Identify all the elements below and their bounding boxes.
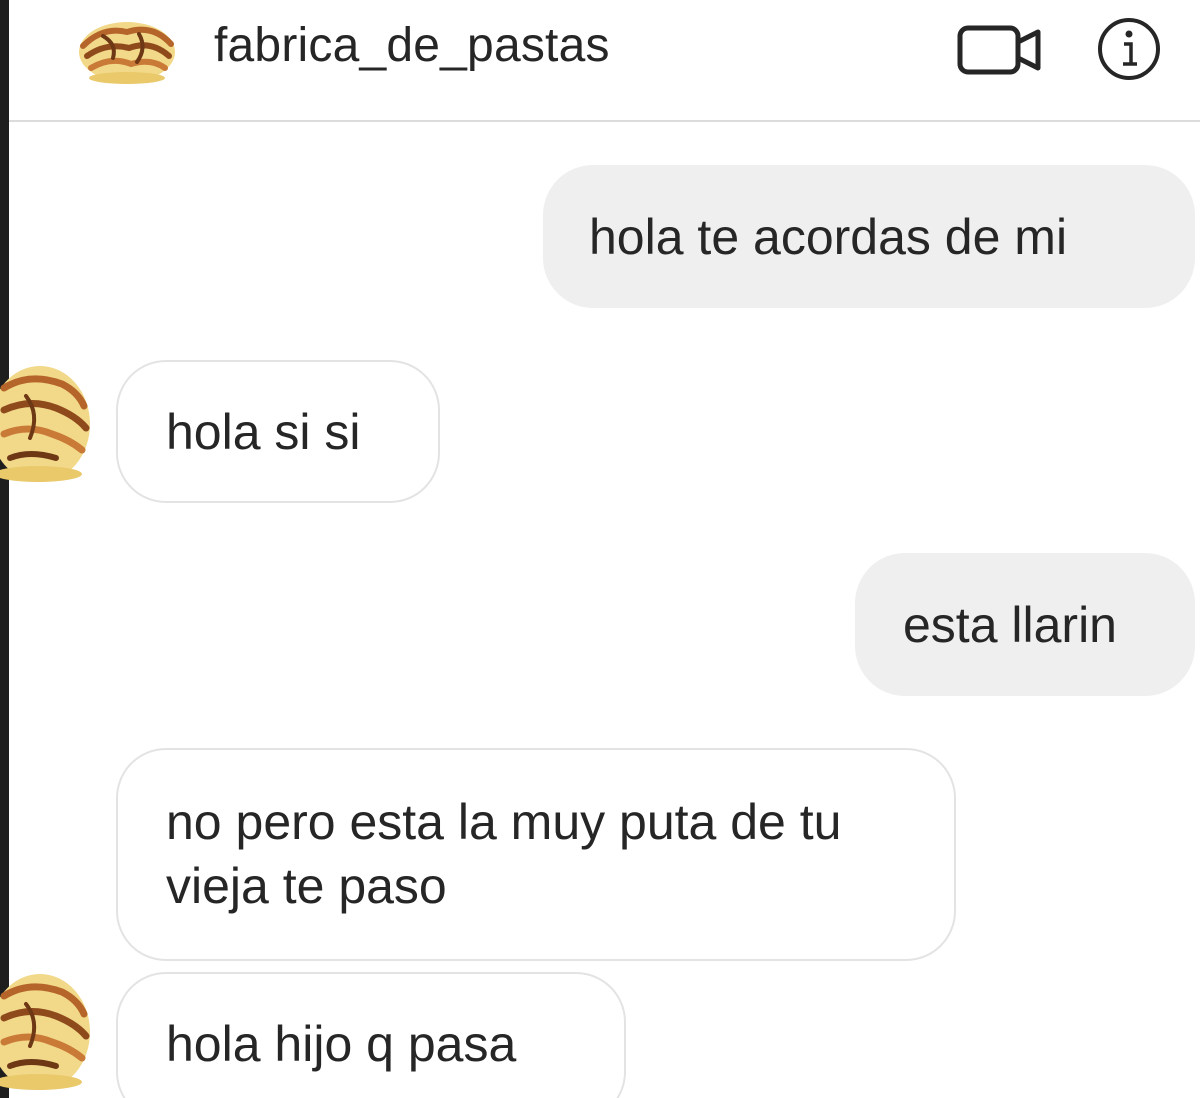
message-bubble-received[interactable]: hola hijo q pasa [116, 972, 626, 1098]
message-text: no pero esta la muy puta de tu vieja te … [166, 794, 842, 914]
pasta-avatar-icon[interactable] [0, 354, 92, 484]
info-icon[interactable] [1081, 14, 1177, 84]
left-edge-bar [0, 0, 9, 1098]
pasta-avatar-icon[interactable] [73, 8, 181, 88]
chat-username[interactable]: fabrica_de_pastas [214, 18, 610, 73]
message-bubble-sent[interactable]: esta llarin [855, 553, 1195, 696]
message-bubble-sent[interactable]: hola te acordas de mi [543, 165, 1195, 308]
message-text: hola te acordas de mi [589, 209, 1068, 265]
message-bubble-received[interactable]: hola si si [116, 360, 440, 503]
pasta-avatar-icon[interactable] [0, 962, 92, 1092]
video-camera-icon[interactable] [954, 20, 1050, 78]
message-text: hola si si [166, 404, 361, 460]
message-text: esta llarin [903, 597, 1117, 653]
chat-header: fabrica_de_pastas [9, 0, 1200, 122]
message-bubble-received[interactable]: no pero esta la muy puta de tu vieja te … [116, 748, 956, 961]
message-text: hola hijo q pasa [166, 1016, 517, 1072]
chat-screen: fabrica_de_pastas hola te acordas de mi [0, 0, 1200, 1098]
